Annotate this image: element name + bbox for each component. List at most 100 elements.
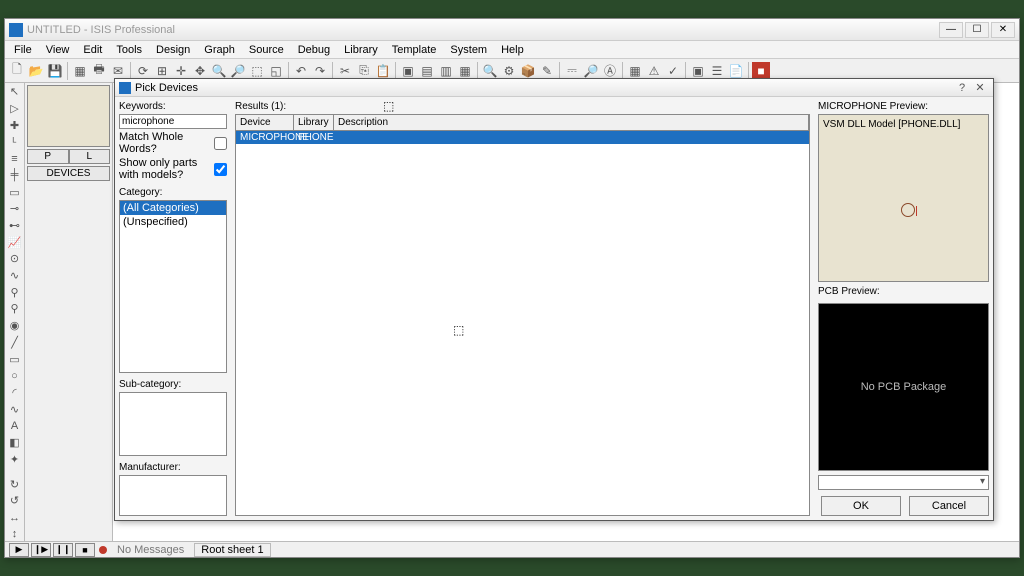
col-description[interactable]: Description [334,115,809,130]
keywords-input[interactable] [119,114,227,129]
instrument-icon[interactable]: ◉ [7,319,23,333]
line-icon[interactable]: ╱ [7,336,23,350]
block-move-icon[interactable]: ▤ [418,62,436,80]
menu-edit[interactable]: Edit [76,42,109,58]
zoom-in-icon[interactable]: 🔍 [210,62,228,80]
menu-template[interactable]: Template [385,42,444,58]
grid-icon[interactable]: ⊞ [153,62,171,80]
component-icon[interactable]: ▷ [7,102,23,116]
category-item-all[interactable]: (All Categories) [120,201,226,215]
menu-debug[interactable]: Debug [291,42,337,58]
bom-icon[interactable]: ☰ [708,62,726,80]
decompose-icon[interactable]: ✎ [538,62,556,80]
menu-view[interactable]: View [39,42,77,58]
rotate-ccw-icon[interactable]: ↺ [7,494,23,508]
box-icon[interactable]: ▭ [7,352,23,366]
p-button[interactable]: P [27,149,69,164]
make-icon[interactable]: ⚙ [500,62,518,80]
category-list[interactable]: (All Categories) (Unspecified) [119,200,227,373]
dialog-close-button[interactable]: ✕ [971,81,989,94]
new-icon[interactable]: 🗋 [8,62,26,80]
tape-icon[interactable]: ⊙ [7,252,23,266]
block-copy-icon[interactable]: ▣ [399,62,417,80]
dialog-help-button[interactable]: ? [953,82,971,94]
script-icon[interactable]: ≡ [7,152,23,166]
toggle-wire-icon[interactable]: ⎓ [563,62,581,80]
overview-window[interactable] [27,85,110,147]
match-whole-checkbox[interactable] [214,137,227,150]
devices-button[interactable]: DEVICES [27,166,110,181]
manufacturer-list[interactable] [119,475,227,516]
mail-icon[interactable]: ✉ [109,62,127,80]
menu-source[interactable]: Source [242,42,291,58]
marker-icon[interactable]: ✦ [7,452,23,466]
wirelabel-icon[interactable]: ᴸ [7,135,23,149]
print-area-icon[interactable]: ▦ [71,62,89,80]
block-rotate-icon[interactable]: ▥ [437,62,455,80]
terminal-icon[interactable]: ⊸ [7,202,23,216]
menu-file[interactable]: File [7,42,39,58]
minimize-button[interactable]: — [939,22,963,38]
menu-system[interactable]: System [443,42,494,58]
results-row-selected[interactable]: MICROPHONE PHONE [236,131,809,144]
mirror-h-icon[interactable]: ↔ [7,511,23,525]
explorer-icon[interactable]: 📄 [727,62,745,80]
bus-icon[interactable]: ╪ [7,169,23,183]
compile-icon[interactable]: ✓ [664,62,682,80]
undo-icon[interactable]: ↶ [292,62,310,80]
sim-pause-button[interactable]: ❙❙ [53,543,73,557]
maximize-button[interactable]: ☐ [965,22,989,38]
l-button[interactable]: L [69,149,111,164]
menu-help[interactable]: Help [494,42,531,58]
show-only-checkbox[interactable] [214,163,227,176]
sim-stop-button[interactable]: ■ [75,543,95,557]
zoom-out-icon[interactable]: 🔎 [229,62,247,80]
path-icon[interactable]: ∿ [7,402,23,416]
close-button[interactable]: ✕ [991,22,1015,38]
package-combo[interactable] [818,475,989,490]
search-icon[interactable]: 🔎 [582,62,600,80]
menu-design[interactable]: Design [149,42,197,58]
zoom-all-icon[interactable]: ⬚ [248,62,266,80]
copy-icon[interactable]: ⎘ [355,62,373,80]
stop-icon[interactable]: ■ [752,62,770,80]
block-delete-icon[interactable]: ▦ [456,62,474,80]
pin-icon[interactable]: ⊷ [7,219,23,233]
junction-icon[interactable]: ✚ [7,118,23,132]
arc-icon[interactable]: ◜ [7,386,23,400]
erc-icon[interactable]: ⚠ [645,62,663,80]
sim-step-button[interactable]: ❙▶ [31,543,51,557]
menu-tools[interactable]: Tools [109,42,149,58]
origin-icon[interactable]: ✛ [172,62,190,80]
subcategory-list[interactable] [119,392,227,457]
print-icon[interactable]: 🖶 [90,62,108,80]
rotate-cw-icon[interactable]: ↻ [7,477,23,491]
col-device[interactable]: Device [236,115,294,130]
circle-icon[interactable]: ○ [7,369,23,383]
pan-icon[interactable]: ✥ [191,62,209,80]
probe-i-icon[interactable]: ⚲ [7,302,23,316]
cut-icon[interactable]: ✂ [336,62,354,80]
ok-button[interactable]: OK [821,496,901,516]
redo-icon[interactable]: ↷ [311,62,329,80]
pick-icon[interactable]: 🔍 [481,62,499,80]
probe-v-icon[interactable]: ⚲ [7,285,23,299]
sim-play-button[interactable]: ▶ [9,543,29,557]
col-library[interactable]: Library [294,115,334,130]
property-icon[interactable]: Ⓐ [601,62,619,80]
open-icon[interactable]: 📂 [27,62,45,80]
save-icon[interactable]: 💾 [46,62,64,80]
menu-graph[interactable]: Graph [197,42,242,58]
cancel-button[interactable]: Cancel [909,496,989,516]
text-icon[interactable]: A [7,419,23,433]
symbol-icon[interactable]: ◧ [7,436,23,450]
category-item-unspecified[interactable]: (Unspecified) [120,215,226,229]
selection-icon[interactable]: ↖ [7,85,23,99]
menu-library[interactable]: Library [337,42,385,58]
ares-icon[interactable]: ▣ [689,62,707,80]
paste-icon[interactable]: 📋 [374,62,392,80]
subcircuit-icon[interactable]: ▭ [7,185,23,199]
refresh-icon[interactable]: ⟳ [134,62,152,80]
netlist-icon[interactable]: ▦ [626,62,644,80]
graph-icon[interactable]: 📈 [7,235,23,249]
